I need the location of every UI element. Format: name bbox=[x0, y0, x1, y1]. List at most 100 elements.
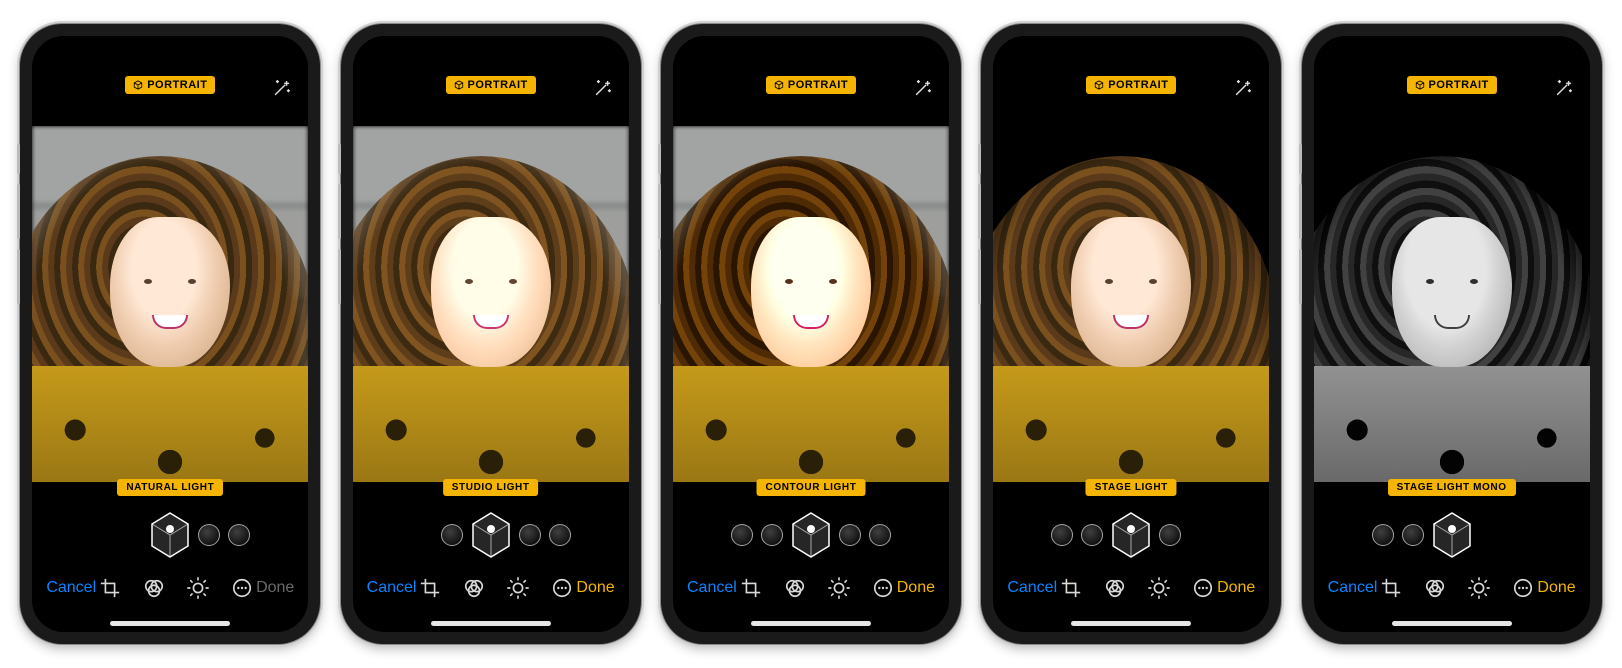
home-indicator[interactable] bbox=[1392, 621, 1512, 626]
more-icon[interactable] bbox=[551, 577, 573, 599]
done-button[interactable]: Done bbox=[256, 579, 294, 597]
adjust-icon[interactable] bbox=[507, 577, 529, 599]
home-indicator[interactable] bbox=[1071, 621, 1191, 626]
crop-icon[interactable] bbox=[1060, 577, 1082, 599]
top-bar: PORTRAIT bbox=[673, 76, 949, 94]
lighting-option[interactable] bbox=[761, 524, 783, 546]
done-button[interactable]: Done bbox=[1217, 579, 1255, 597]
edit-toolbar: Cancel Done bbox=[353, 566, 629, 610]
lighting-option-selected[interactable] bbox=[1432, 512, 1472, 558]
lighting-option[interactable] bbox=[519, 524, 541, 546]
lighting-effect-dial[interactable] bbox=[691, 512, 931, 558]
lighting-effect-label: CONTOUR LIGHT bbox=[757, 479, 866, 496]
phone-frame: PORTRAIT CONTOUR LIGHT bbox=[661, 24, 961, 644]
cancel-button[interactable]: Cancel bbox=[1007, 579, 1057, 597]
photo-subject bbox=[673, 126, 949, 506]
lighting-option[interactable] bbox=[228, 524, 250, 546]
lighting-option[interactable] bbox=[1402, 524, 1424, 546]
photo-preview bbox=[993, 126, 1269, 506]
cube-icon bbox=[1094, 80, 1104, 90]
lighting-option[interactable] bbox=[549, 524, 571, 546]
portrait-mode-badge[interactable]: PORTRAIT bbox=[446, 76, 536, 94]
crop-icon[interactable] bbox=[99, 577, 121, 599]
filters-icon[interactable] bbox=[463, 577, 485, 599]
top-bar: PORTRAIT bbox=[353, 76, 629, 94]
filters-icon[interactable] bbox=[1424, 577, 1446, 599]
auto-enhance-button[interactable] bbox=[911, 76, 935, 100]
crop-icon[interactable] bbox=[740, 577, 762, 599]
subject-face bbox=[1071, 217, 1191, 367]
portrait-badge-label: PORTRAIT bbox=[468, 79, 528, 91]
subject-smile bbox=[473, 315, 509, 329]
home-indicator[interactable] bbox=[751, 621, 871, 626]
adjust-icon[interactable] bbox=[1468, 577, 1490, 599]
home-indicator[interactable] bbox=[110, 621, 230, 626]
portrait-badge-label: PORTRAIT bbox=[1108, 79, 1168, 91]
more-icon[interactable] bbox=[1512, 577, 1534, 599]
lighting-option[interactable] bbox=[441, 524, 463, 546]
lighting-option-selected[interactable] bbox=[471, 512, 511, 558]
portrait-mode-badge[interactable]: PORTRAIT bbox=[1407, 76, 1497, 94]
lighting-option[interactable] bbox=[1159, 524, 1181, 546]
filters-icon[interactable] bbox=[1104, 577, 1126, 599]
lighting-option-selected[interactable] bbox=[150, 512, 190, 558]
filters-icon[interactable] bbox=[143, 577, 165, 599]
lighting-option[interactable] bbox=[198, 524, 220, 546]
more-icon[interactable] bbox=[1192, 577, 1214, 599]
screen: PORTRAIT STAGE LIGHT bbox=[993, 36, 1269, 632]
auto-enhance-button[interactable] bbox=[270, 76, 294, 100]
lighting-option[interactable] bbox=[1051, 524, 1073, 546]
more-icon[interactable] bbox=[872, 577, 894, 599]
more-icon[interactable] bbox=[231, 577, 253, 599]
subject-smile bbox=[793, 315, 829, 329]
auto-enhance-button[interactable] bbox=[591, 76, 615, 100]
edit-toolbar: Cancel Done bbox=[32, 566, 308, 610]
auto-enhance-button[interactable] bbox=[1552, 76, 1576, 100]
adjust-icon[interactable] bbox=[187, 577, 209, 599]
edit-toolbar: Cancel Done bbox=[1314, 566, 1590, 610]
done-button[interactable]: Done bbox=[576, 579, 614, 597]
photo-subject bbox=[1314, 126, 1590, 506]
lighting-option[interactable] bbox=[1081, 524, 1103, 546]
auto-enhance-button[interactable] bbox=[1231, 76, 1255, 100]
portrait-mode-badge[interactable]: PORTRAIT bbox=[766, 76, 856, 94]
done-button[interactable]: Done bbox=[1537, 579, 1575, 597]
adjust-icon[interactable] bbox=[828, 577, 850, 599]
toolbar-tools bbox=[419, 577, 573, 599]
lighting-option-selected[interactable] bbox=[791, 512, 831, 558]
screen: PORTRAIT STAGE LIGHT MONO bbox=[1314, 36, 1590, 632]
photo-subject bbox=[993, 126, 1269, 506]
subject-smile bbox=[1113, 315, 1149, 329]
lighting-option[interactable] bbox=[1372, 524, 1394, 546]
edit-toolbar: Cancel Done bbox=[993, 566, 1269, 610]
cancel-button[interactable]: Cancel bbox=[687, 579, 737, 597]
toolbar-tools bbox=[1380, 577, 1534, 599]
phone-frame: PORTRAIT STUDIO LIGHT bbox=[341, 24, 641, 644]
lighting-effect-dial[interactable] bbox=[1011, 512, 1251, 558]
photo-preview bbox=[32, 126, 308, 506]
phone-frame: PORTRAIT STAGE LIGHT MONO bbox=[1302, 24, 1602, 644]
screen: PORTRAIT NATURAL LIGHT bbox=[32, 36, 308, 632]
filters-icon[interactable] bbox=[784, 577, 806, 599]
cancel-button[interactable]: Cancel bbox=[46, 579, 96, 597]
done-button[interactable]: Done bbox=[897, 579, 935, 597]
lighting-option-selected[interactable] bbox=[1111, 512, 1151, 558]
notch bbox=[90, 36, 250, 62]
lighting-option[interactable] bbox=[731, 524, 753, 546]
cancel-button[interactable]: Cancel bbox=[1328, 579, 1378, 597]
edit-toolbar: Cancel Done bbox=[673, 566, 949, 610]
home-indicator[interactable] bbox=[431, 621, 551, 626]
adjust-icon[interactable] bbox=[1148, 577, 1170, 599]
lighting-option[interactable] bbox=[869, 524, 891, 546]
crop-icon[interactable] bbox=[1380, 577, 1402, 599]
portrait-mode-badge[interactable]: PORTRAIT bbox=[1086, 76, 1176, 94]
lighting-option[interactable] bbox=[839, 524, 861, 546]
photo-subject bbox=[32, 126, 308, 506]
cancel-button[interactable]: Cancel bbox=[367, 579, 417, 597]
lighting-effect-dial[interactable] bbox=[50, 512, 290, 558]
lighting-effect-dial[interactable] bbox=[1332, 512, 1572, 558]
crop-icon[interactable] bbox=[419, 577, 441, 599]
photo-preview bbox=[1314, 126, 1590, 506]
lighting-effect-dial[interactable] bbox=[371, 512, 611, 558]
portrait-mode-badge[interactable]: PORTRAIT bbox=[125, 76, 215, 94]
